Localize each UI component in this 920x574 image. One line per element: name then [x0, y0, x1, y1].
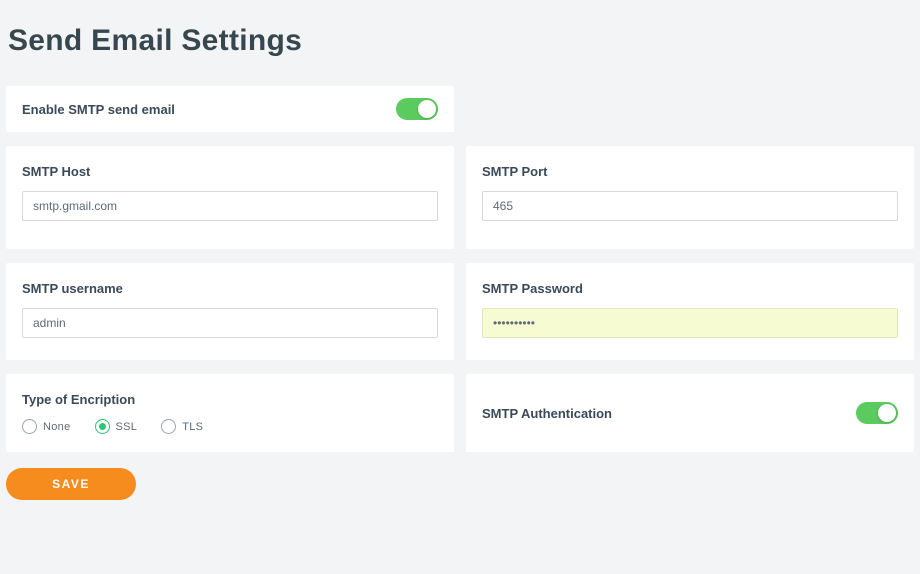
smtp-host-label: SMTP Host [22, 164, 438, 179]
encryption-radio-ssl[interactable]: SSL [95, 419, 138, 434]
encryption-radio-tls[interactable]: TLS [161, 419, 203, 434]
smtp-auth-label: SMTP Authentication [482, 406, 612, 421]
smtp-host-card: SMTP Host [6, 146, 454, 249]
radio-label: None [43, 421, 71, 433]
smtp-username-card: SMTP username [6, 263, 454, 360]
smtp-port-card: SMTP Port [466, 146, 914, 249]
smtp-host-input[interactable] [22, 191, 438, 221]
page-title: Send Email Settings [8, 24, 914, 58]
smtp-username-input[interactable] [22, 308, 438, 338]
radio-label: SSL [116, 421, 138, 433]
smtp-auth-card: SMTP Authentication [466, 374, 914, 452]
encryption-radiogroup: None SSL TLS [22, 419, 438, 434]
smtp-auth-toggle[interactable] [856, 402, 898, 424]
enable-smtp-label: Enable SMTP send email [22, 102, 175, 117]
smtp-port-input[interactable] [482, 191, 898, 221]
radio-label: TLS [182, 421, 203, 433]
smtp-password-card: SMTP Password [466, 263, 914, 360]
save-button[interactable]: SAVE [6, 468, 136, 500]
smtp-password-label: SMTP Password [482, 281, 898, 296]
radio-icon [161, 419, 176, 434]
encryption-label: Type of Encription [22, 392, 438, 407]
empty-cell [466, 86, 914, 132]
smtp-username-label: SMTP username [22, 281, 438, 296]
smtp-password-input[interactable] [482, 308, 898, 338]
enable-smtp-card: Enable SMTP send email [6, 86, 454, 132]
enable-smtp-toggle[interactable] [396, 98, 438, 120]
encryption-card: Type of Encription None SSL TLS [6, 374, 454, 452]
radio-icon [95, 419, 110, 434]
smtp-port-label: SMTP Port [482, 164, 898, 179]
radio-icon [22, 419, 37, 434]
encryption-radio-none[interactable]: None [22, 419, 71, 434]
